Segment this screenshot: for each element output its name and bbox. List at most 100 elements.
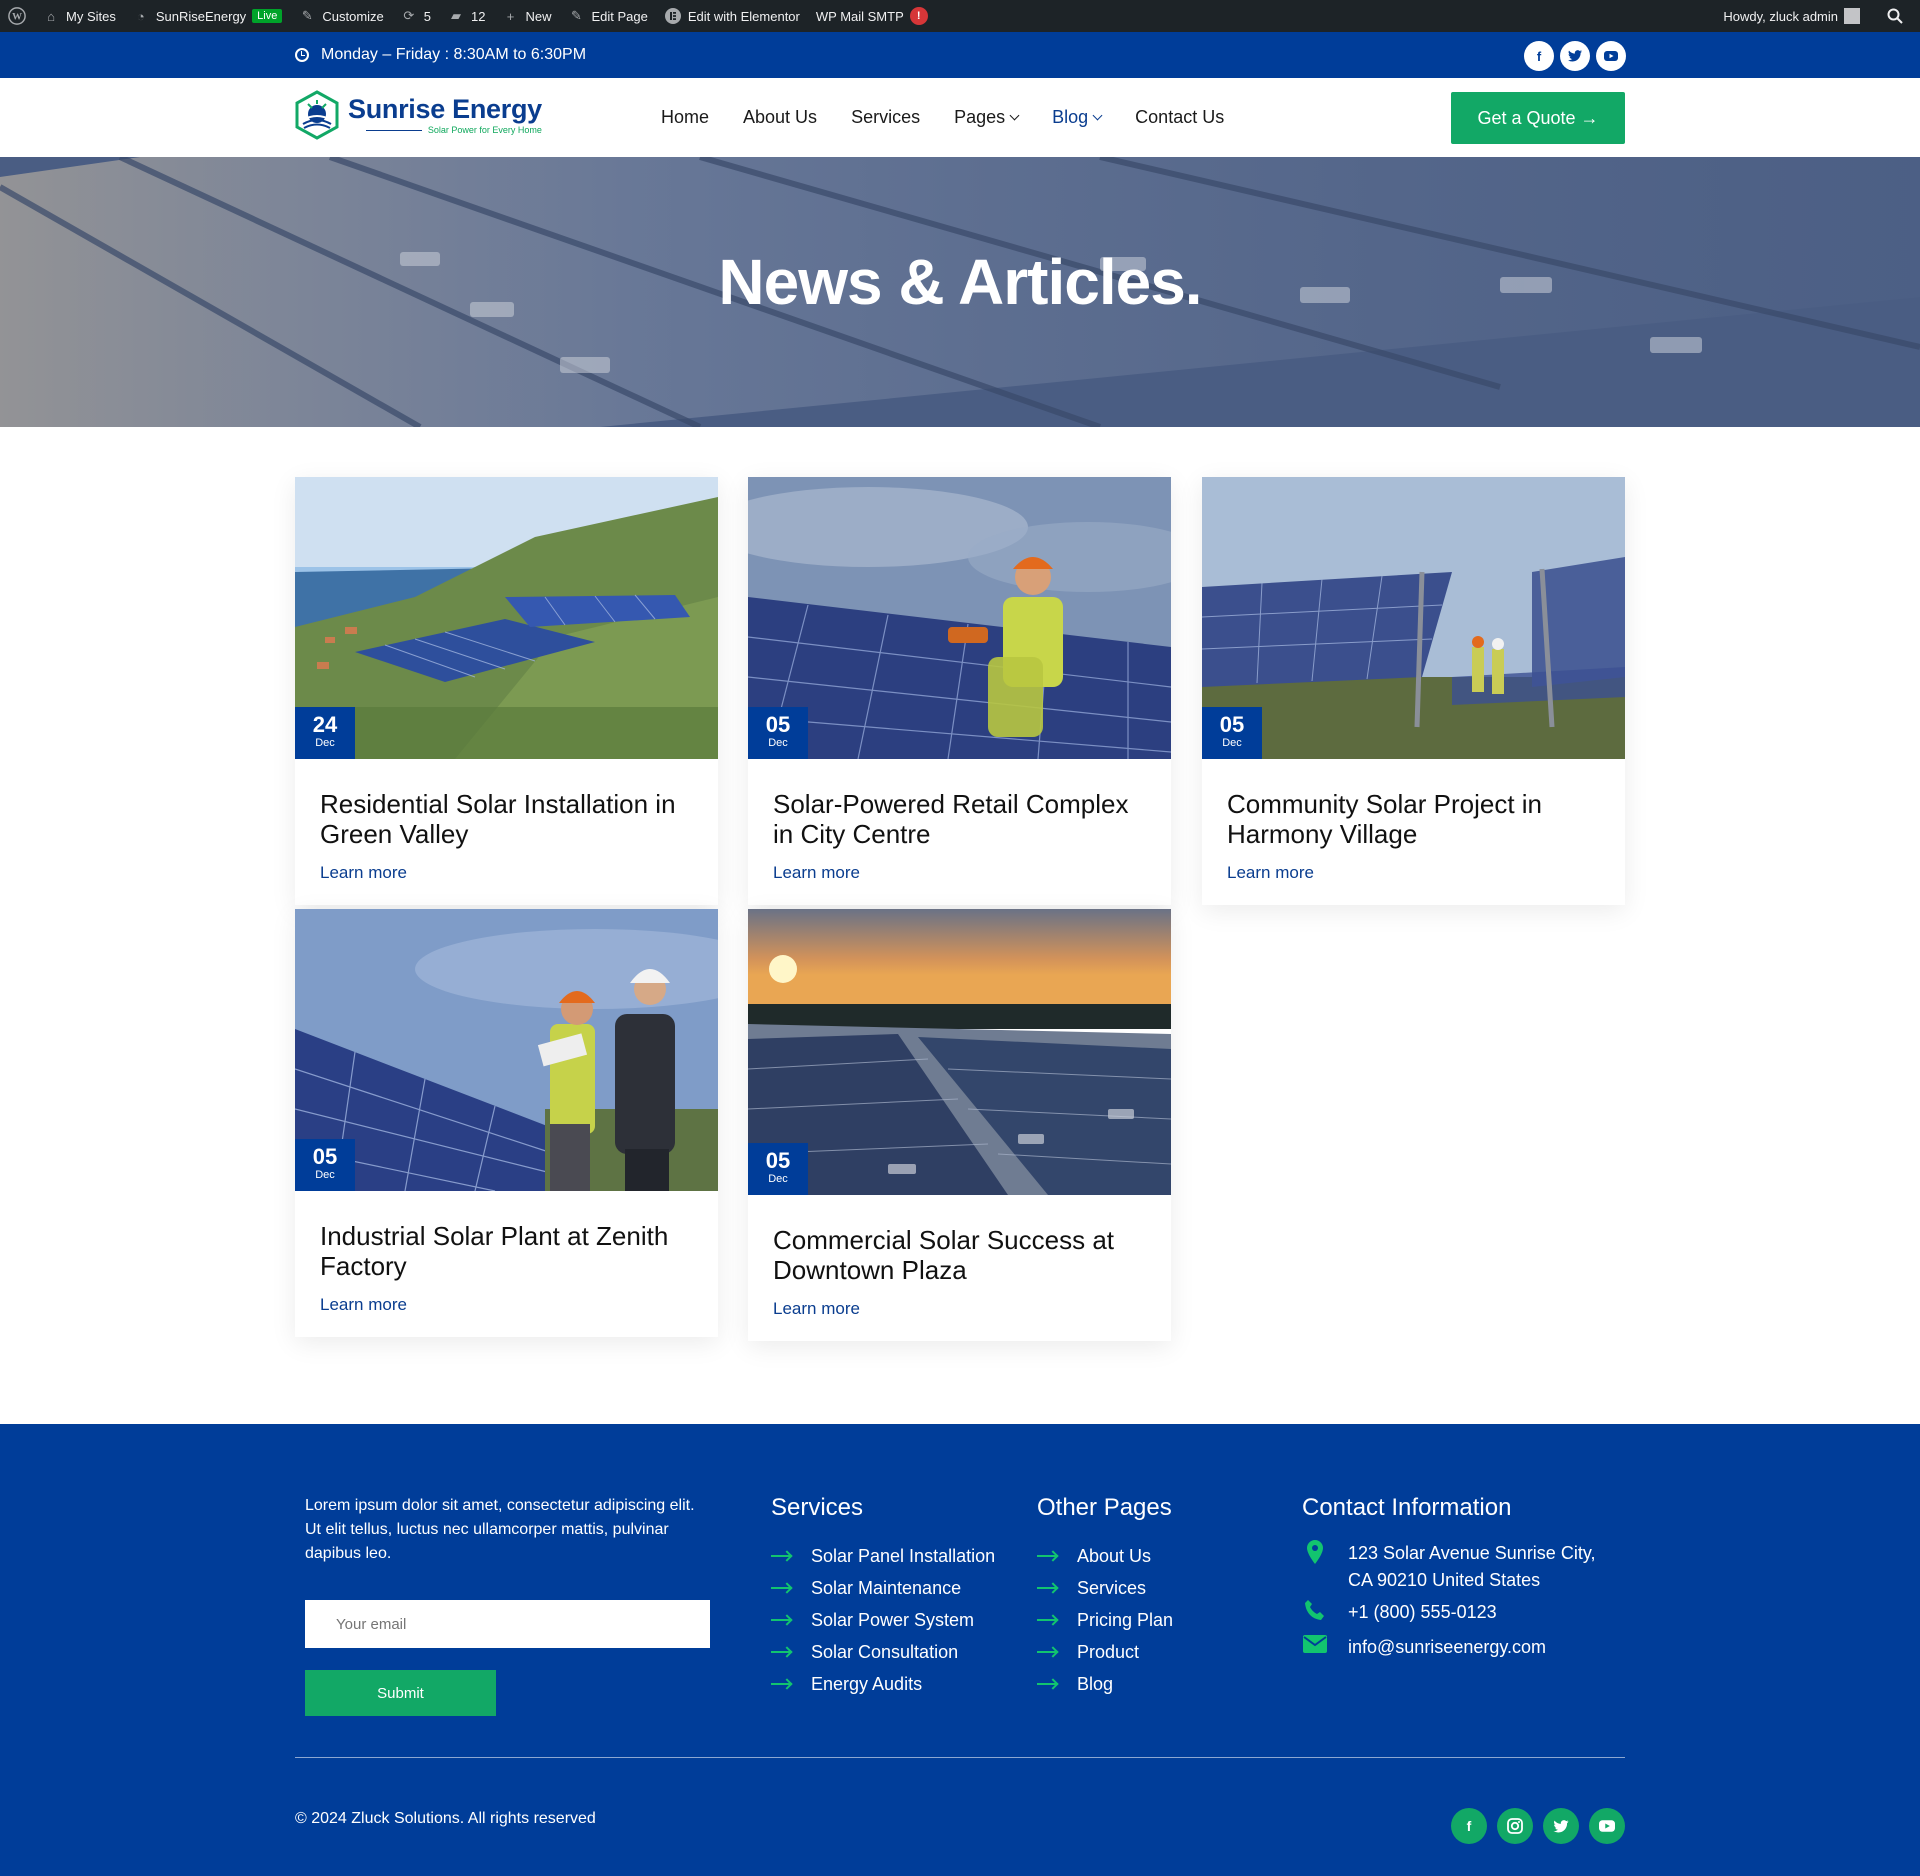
site-logo[interactable]: Sunrise Energy Solar Power for Every Hom…: [294, 90, 542, 140]
business-hours: Monday – Friday : 8:30AM to 6:30PM: [295, 32, 586, 78]
post-title[interactable]: Commercial Solar Success at Downtown Pla…: [773, 1225, 1146, 1285]
admin-customize[interactable]: ✎ Customize: [290, 0, 391, 32]
contact-phone[interactable]: +1 (800) 555-0123: [1302, 1599, 1622, 1629]
learn-more-link[interactable]: Learn more: [320, 863, 693, 883]
post-title[interactable]: Industrial Solar Plant at Zenith Factory: [320, 1221, 693, 1281]
twitter-icon[interactable]: [1543, 1808, 1579, 1844]
nav-blog[interactable]: Blog: [1052, 107, 1103, 128]
post-title[interactable]: Solar-Powered Retail Complex in City Cen…: [773, 789, 1146, 849]
admin-edit-page[interactable]: ✎ Edit Page: [560, 0, 656, 32]
facebook-icon[interactable]: f: [1451, 1808, 1487, 1844]
admin-comments[interactable]: ▰ 12: [439, 0, 493, 32]
comment-icon: ▰: [451, 8, 462, 23]
learn-more-link[interactable]: Learn more: [320, 1295, 693, 1315]
footer-about-text: Lorem ipsum dolor sit amet, consectetur …: [305, 1497, 695, 1562]
post-thumbnail[interactable]: 05 Dec: [1202, 477, 1625, 759]
post-card[interactable]: 05 Dec Community Solar Project in Harmon…: [1202, 477, 1625, 905]
learn-more-link[interactable]: Learn more: [773, 863, 1146, 883]
page-hero: News & Articles.: [0, 157, 1920, 427]
footer-link[interactable]: Energy Audits: [771, 1668, 995, 1700]
footer-services-title: Services: [771, 1494, 864, 1521]
nav-contact-us[interactable]: Contact Us: [1135, 107, 1224, 128]
post-thumbnail[interactable]: 05 Dec: [748, 909, 1171, 1195]
footer-other-pages-column: Other Pages About Us Services Pricing Pl…: [1037, 1494, 1173, 1700]
post-card[interactable]: 05 Dec Industrial Solar Plant at Zenith …: [295, 909, 718, 1337]
arrow-right-icon: [1037, 1587, 1057, 1589]
post-thumbnail[interactable]: 05 Dec: [748, 477, 1171, 759]
footer-link[interactable]: Product: [1037, 1636, 1173, 1668]
post-date-badge: 05 Dec: [1202, 707, 1262, 759]
post-card[interactable]: 24 Dec Residential Solar Installation in…: [295, 477, 718, 905]
arrow-right-icon: [771, 1555, 791, 1557]
contact-address: 123 Solar Avenue Sunrise City, CA 90210 U…: [1302, 1540, 1622, 1594]
admin-new[interactable]: + New: [493, 0, 559, 32]
admin-edit-elementor[interactable]: Edit with Elementor: [656, 0, 808, 32]
post-date-badge: 05 Dec: [748, 707, 808, 759]
admin-my-sites[interactable]: ⌂ My Sites: [34, 0, 124, 32]
nav-home[interactable]: Home: [661, 107, 709, 128]
main-nav: Home About Us Services Pages Blog Contac…: [661, 78, 1224, 157]
site-header: Sunrise Energy Solar Power for Every Hom…: [0, 78, 1920, 157]
youtube-icon[interactable]: [1589, 1808, 1625, 1844]
brush-icon: ✎: [301, 8, 313, 23]
admin-account[interactable]: Howdy, zluck admin: [1715, 0, 1868, 32]
footer-link[interactable]: Blog: [1037, 1668, 1173, 1700]
sun-logo-icon: [295, 90, 339, 140]
twitter-icon[interactable]: [1560, 41, 1590, 71]
footer-link[interactable]: Services: [1037, 1572, 1173, 1604]
phone-icon: [1302, 1599, 1328, 1629]
logo-tagline: Solar Power for Every Home: [427, 125, 542, 135]
arrow-right-icon: [1037, 1651, 1057, 1653]
youtube-icon[interactable]: [1596, 41, 1626, 71]
arrow-right-icon: [771, 1683, 791, 1685]
admin-bar: W ⌂ My Sites ◔ SunRiseEnergy Live ✎ Cust…: [0, 0, 1920, 32]
nav-about-us[interactable]: About Us: [743, 107, 817, 128]
chevron-down-icon: [1009, 110, 1020, 121]
wordpress-logo-button[interactable]: W: [0, 0, 34, 32]
nav-pages[interactable]: Pages: [954, 107, 1020, 128]
footer-link[interactable]: Pricing Plan: [1037, 1604, 1173, 1636]
newsletter-email-input[interactable]: [305, 1600, 710, 1648]
arrow-right-icon: [1037, 1619, 1057, 1621]
admin-search-button[interactable]: [1878, 0, 1912, 32]
nav-services[interactable]: Services: [851, 107, 920, 128]
footer-link[interactable]: Solar Power System: [771, 1604, 995, 1636]
live-badge: Live: [252, 9, 283, 23]
post-title[interactable]: Residential Solar Installation in Green …: [320, 789, 693, 849]
learn-more-link[interactable]: Learn more: [773, 1299, 1146, 1319]
get-a-quote-button[interactable]: Get a Quote →: [1451, 92, 1625, 144]
admin-wp-mail-smtp[interactable]: WP Mail SMTP !: [808, 0, 936, 32]
footer-divider: [295, 1757, 1625, 1758]
smtp-alert-badge: !: [909, 7, 928, 25]
facebook-icon[interactable]: f: [1524, 41, 1554, 71]
pencil-icon: ✎: [571, 8, 582, 23]
arrow-right-icon: [1037, 1683, 1057, 1685]
newsletter-submit-button[interactable]: Submit: [305, 1670, 496, 1716]
arrow-right-icon: [771, 1651, 791, 1653]
footer-link[interactable]: Solar Maintenance: [771, 1572, 995, 1604]
footer-link[interactable]: About Us: [1037, 1540, 1173, 1572]
svg-text:W: W: [12, 12, 22, 23]
search-icon: [1886, 7, 1904, 25]
post-card[interactable]: 05 Dec Solar-Powered Retail Complex in C…: [748, 477, 1171, 905]
footer-contact-title: Contact Information: [1302, 1494, 1512, 1521]
avatar: [1844, 8, 1860, 24]
wordpress-icon: W: [8, 7, 26, 25]
admin-updates[interactable]: ⟳ 5: [392, 0, 439, 32]
contact-email[interactable]: info@sunriseenergy.com: [1302, 1634, 1622, 1661]
learn-more-link[interactable]: Learn more: [1227, 863, 1600, 883]
footer-contact-column: Contact Information 123 Solar Avenue Sun…: [1302, 1494, 1622, 1666]
post-card[interactable]: 05 Dec Commercial Solar Success at Downt…: [748, 909, 1171, 1341]
envelope-icon: [1302, 1634, 1328, 1661]
post-title[interactable]: Community Solar Project in Harmony Villa…: [1227, 789, 1600, 849]
footer-link[interactable]: Solar Consultation: [771, 1636, 995, 1668]
instagram-icon[interactable]: [1497, 1808, 1533, 1844]
chevron-down-icon: [1092, 110, 1103, 121]
post-thumbnail[interactable]: 05 Dec: [295, 909, 718, 1191]
house-icon: ⌂: [47, 8, 55, 24]
post-thumbnail[interactable]: 24 Dec: [295, 477, 718, 759]
logo-name: Sunrise Energy: [348, 94, 542, 124]
footer-link[interactable]: Solar Panel Installation: [771, 1540, 995, 1572]
footer-other-pages-title: Other Pages: [1037, 1494, 1172, 1521]
admin-site-name[interactable]: ◔ SunRiseEnergy Live: [124, 0, 291, 32]
